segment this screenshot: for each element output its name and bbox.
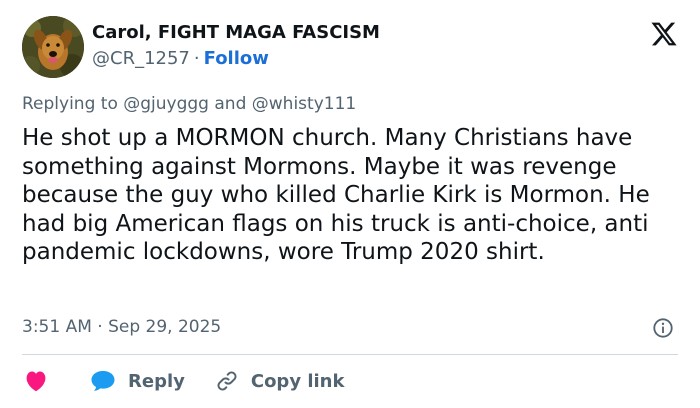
mention-link-2[interactable]: @whisty111 xyxy=(252,94,356,114)
replying-joiner: and xyxy=(214,94,247,114)
copy-link-label: Copy link xyxy=(250,370,345,392)
link-icon xyxy=(217,371,237,391)
action-bar: Reply Copy link xyxy=(24,368,344,394)
reply-label: Reply xyxy=(128,370,185,392)
separator-dot: · xyxy=(193,48,200,69)
author-display-name[interactable]: Carol, FIGHT MAGA FASCISM xyxy=(92,22,380,43)
speech-bubble-icon xyxy=(91,371,115,391)
mention-link-1[interactable]: @gjuyggg xyxy=(123,94,209,114)
author-info: Carol, FIGHT MAGA FASCISM @CR_1257 · Follo… xyxy=(92,22,380,69)
replying-prefix: Replying to xyxy=(22,94,118,114)
author-handle[interactable]: @CR_1257 xyxy=(92,48,190,69)
info-icon[interactable] xyxy=(652,317,674,339)
x-logo-icon[interactable] xyxy=(650,20,678,48)
avatar[interactable] xyxy=(22,16,84,78)
reply-button[interactable]: Reply xyxy=(48,370,185,392)
follow-button[interactable]: Follow xyxy=(204,48,269,69)
tweet-timestamp[interactable]: 3:51 AM · Sep 29, 2025 xyxy=(22,317,221,337)
replying-to: Replying to @gjuyggg and @whisty111 xyxy=(22,94,356,114)
heart-icon xyxy=(26,371,46,392)
author-handle-row: @CR_1257 · Follow xyxy=(92,48,380,69)
dog-photo-icon xyxy=(22,16,84,78)
tweet-text: He shot up a MORMON church. Many Christi… xyxy=(22,125,650,265)
copy-link-button[interactable]: Copy link xyxy=(185,369,345,393)
divider xyxy=(22,354,678,355)
like-button[interactable] xyxy=(24,370,48,392)
